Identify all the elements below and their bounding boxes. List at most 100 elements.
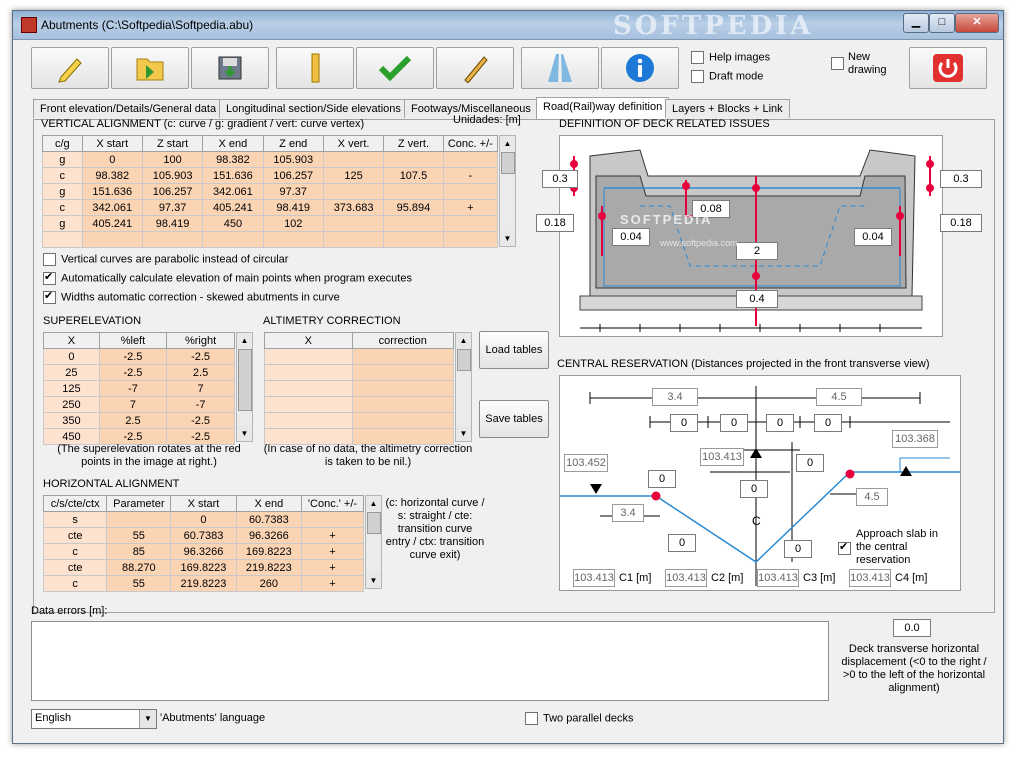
- table-cell[interactable]: g: [42, 183, 83, 200]
- language-select[interactable]: English ▼: [31, 709, 157, 729]
- column-header[interactable]: %right: [166, 332, 235, 349]
- column-header[interactable]: %left: [98, 332, 168, 349]
- central-top-left-field[interactable]: 3.4: [652, 388, 698, 406]
- table-cell[interactable]: 25: [43, 364, 100, 381]
- draft-mode-checkbox[interactable]: [691, 70, 704, 83]
- table-cell[interactable]: 0: [170, 511, 237, 528]
- table-cell[interactable]: [106, 511, 172, 528]
- scroll-thumb[interactable]: [501, 152, 515, 174]
- vertical-alignment-table[interactable]: c/g X start Z start X end Z end X vert. Z vert…: [42, 135, 499, 248]
- table-cell[interactable]: [264, 348, 353, 365]
- maximize-button[interactable]: □: [929, 13, 955, 33]
- table-cell[interactable]: +: [442, 199, 499, 216]
- auto-elevation-option[interactable]: Automatically calculate elevation of mai…: [43, 270, 412, 285]
- table-cell[interactable]: 105.903: [262, 151, 324, 168]
- table-cell[interactable]: 342.061: [202, 183, 264, 200]
- edit-button[interactable]: [31, 47, 109, 89]
- table-cell[interactable]: 96.3266: [235, 527, 303, 544]
- table-cell[interactable]: 97.37: [141, 199, 204, 216]
- table-cell[interactable]: +: [301, 575, 364, 592]
- central-mid-zero-2[interactable]: 0: [740, 480, 768, 498]
- table-cell[interactable]: 85: [106, 543, 172, 560]
- table-cell[interactable]: s: [42, 511, 108, 528]
- deck-displacement-field[interactable]: 0.0: [893, 619, 931, 637]
- central-zero-1[interactable]: 0: [670, 414, 698, 432]
- table-cell[interactable]: 98.382: [81, 167, 143, 184]
- central-mid-zero-3[interactable]: 0: [796, 454, 824, 472]
- central-low-zero-1[interactable]: 0: [668, 534, 696, 552]
- table-cell[interactable]: cte: [42, 559, 108, 576]
- table-cell[interactable]: 98.419: [262, 199, 324, 216]
- table-cell[interactable]: 405.241: [202, 199, 264, 216]
- c1-value[interactable]: 103.413: [573, 569, 615, 587]
- table-cell[interactable]: [264, 380, 353, 397]
- table-cell[interactable]: 106.257: [141, 183, 204, 200]
- central-lower-left-field[interactable]: 3.4: [612, 504, 644, 522]
- table-cell[interactable]: 2.5: [166, 364, 235, 381]
- column-header[interactable]: Parameter: [106, 495, 172, 512]
- column-header[interactable]: X end: [235, 495, 303, 512]
- central-elev-mid-field[interactable]: 103.413: [700, 448, 744, 466]
- column-header[interactable]: X vert.: [322, 135, 385, 152]
- table-cell[interactable]: +: [301, 543, 364, 560]
- column-header[interactable]: Z start: [141, 135, 204, 152]
- check-button[interactable]: [356, 47, 434, 89]
- table-cell[interactable]: 55: [106, 575, 172, 592]
- table-cell[interactable]: 60.7383: [170, 527, 237, 544]
- scroll-down-icon[interactable]: ▼: [456, 426, 471, 441]
- c2-value[interactable]: 103.413: [665, 569, 707, 587]
- table-cell[interactable]: 260: [235, 575, 303, 592]
- parabolic-checkbox[interactable]: [43, 253, 56, 266]
- draw-button[interactable]: [436, 47, 514, 89]
- superelevation-table[interactable]: X %left %right 0 -2.5 -2.5 25 -2.5 2.5 125 -7 7 250 7…: [43, 332, 235, 445]
- table-cell[interactable]: c: [42, 199, 83, 216]
- table-cell[interactable]: 105.903: [141, 167, 204, 184]
- table-cell[interactable]: +: [301, 559, 364, 576]
- exit-button[interactable]: [909, 47, 987, 89]
- table-cell[interactable]: [322, 151, 385, 168]
- table-cell[interactable]: 0: [81, 151, 143, 168]
- table-cell[interactable]: 7: [98, 396, 168, 413]
- table-cell[interactable]: [442, 215, 499, 232]
- table-cell[interactable]: c: [42, 167, 83, 184]
- table-cell[interactable]: 125: [322, 167, 385, 184]
- table-cell[interactable]: 350: [43, 412, 100, 429]
- horizontal-alignment-table[interactable]: c/s/cte/ctx Parameter X start X end 'Conc.' …: [42, 495, 364, 592]
- table-cell[interactable]: 151.636: [81, 183, 143, 200]
- scroll-thumb[interactable]: [238, 349, 252, 411]
- close-button[interactable]: ✕: [955, 13, 999, 33]
- scroll-thumb[interactable]: [457, 349, 471, 371]
- central-lower-right-field[interactable]: 4.5: [856, 488, 888, 506]
- table-cell[interactable]: g: [42, 151, 83, 168]
- central-top-right-field[interactable]: 4.5: [816, 388, 862, 406]
- scroll-down-icon[interactable]: ▼: [366, 573, 381, 588]
- road-button[interactable]: [521, 47, 599, 89]
- table-cell[interactable]: 0: [43, 348, 100, 365]
- table-cell[interactable]: -2.5: [166, 348, 235, 365]
- column-header[interactable]: X start: [81, 135, 143, 152]
- table-cell[interactable]: [141, 231, 204, 248]
- table-cell[interactable]: 102: [262, 215, 324, 232]
- data-errors-textarea[interactable]: [31, 621, 829, 701]
- column-header[interactable]: Z vert.: [383, 135, 444, 152]
- table-cell[interactable]: -: [442, 167, 499, 184]
- scroll-thumb[interactable]: [367, 512, 381, 534]
- table-cell[interactable]: c: [42, 575, 108, 592]
- deck-center-field[interactable]: 2: [736, 242, 778, 260]
- c4-value[interactable]: 103.413: [849, 569, 891, 587]
- deck-right-mid-field[interactable]: 0.18: [940, 214, 982, 232]
- two-decks-checkbox[interactable]: [525, 712, 538, 725]
- table-cell[interactable]: [81, 231, 143, 248]
- table-cell[interactable]: [322, 183, 385, 200]
- table-cell[interactable]: 125: [43, 380, 100, 397]
- deck-right-top-field[interactable]: 0.3: [940, 170, 982, 188]
- table-cell[interactable]: [442, 231, 499, 248]
- table-cell[interactable]: [442, 151, 499, 168]
- save-tables-button[interactable]: Save tables: [479, 400, 549, 438]
- table-cell[interactable]: [264, 364, 353, 381]
- table-cell[interactable]: 169.8223: [235, 543, 303, 560]
- table-cell[interactable]: 88.270: [106, 559, 172, 576]
- deck-left-inner-field[interactable]: 0.04: [612, 228, 650, 246]
- central-elev-right-field[interactable]: 103.368: [892, 430, 938, 448]
- scroll-up-icon[interactable]: ▲: [500, 136, 515, 151]
